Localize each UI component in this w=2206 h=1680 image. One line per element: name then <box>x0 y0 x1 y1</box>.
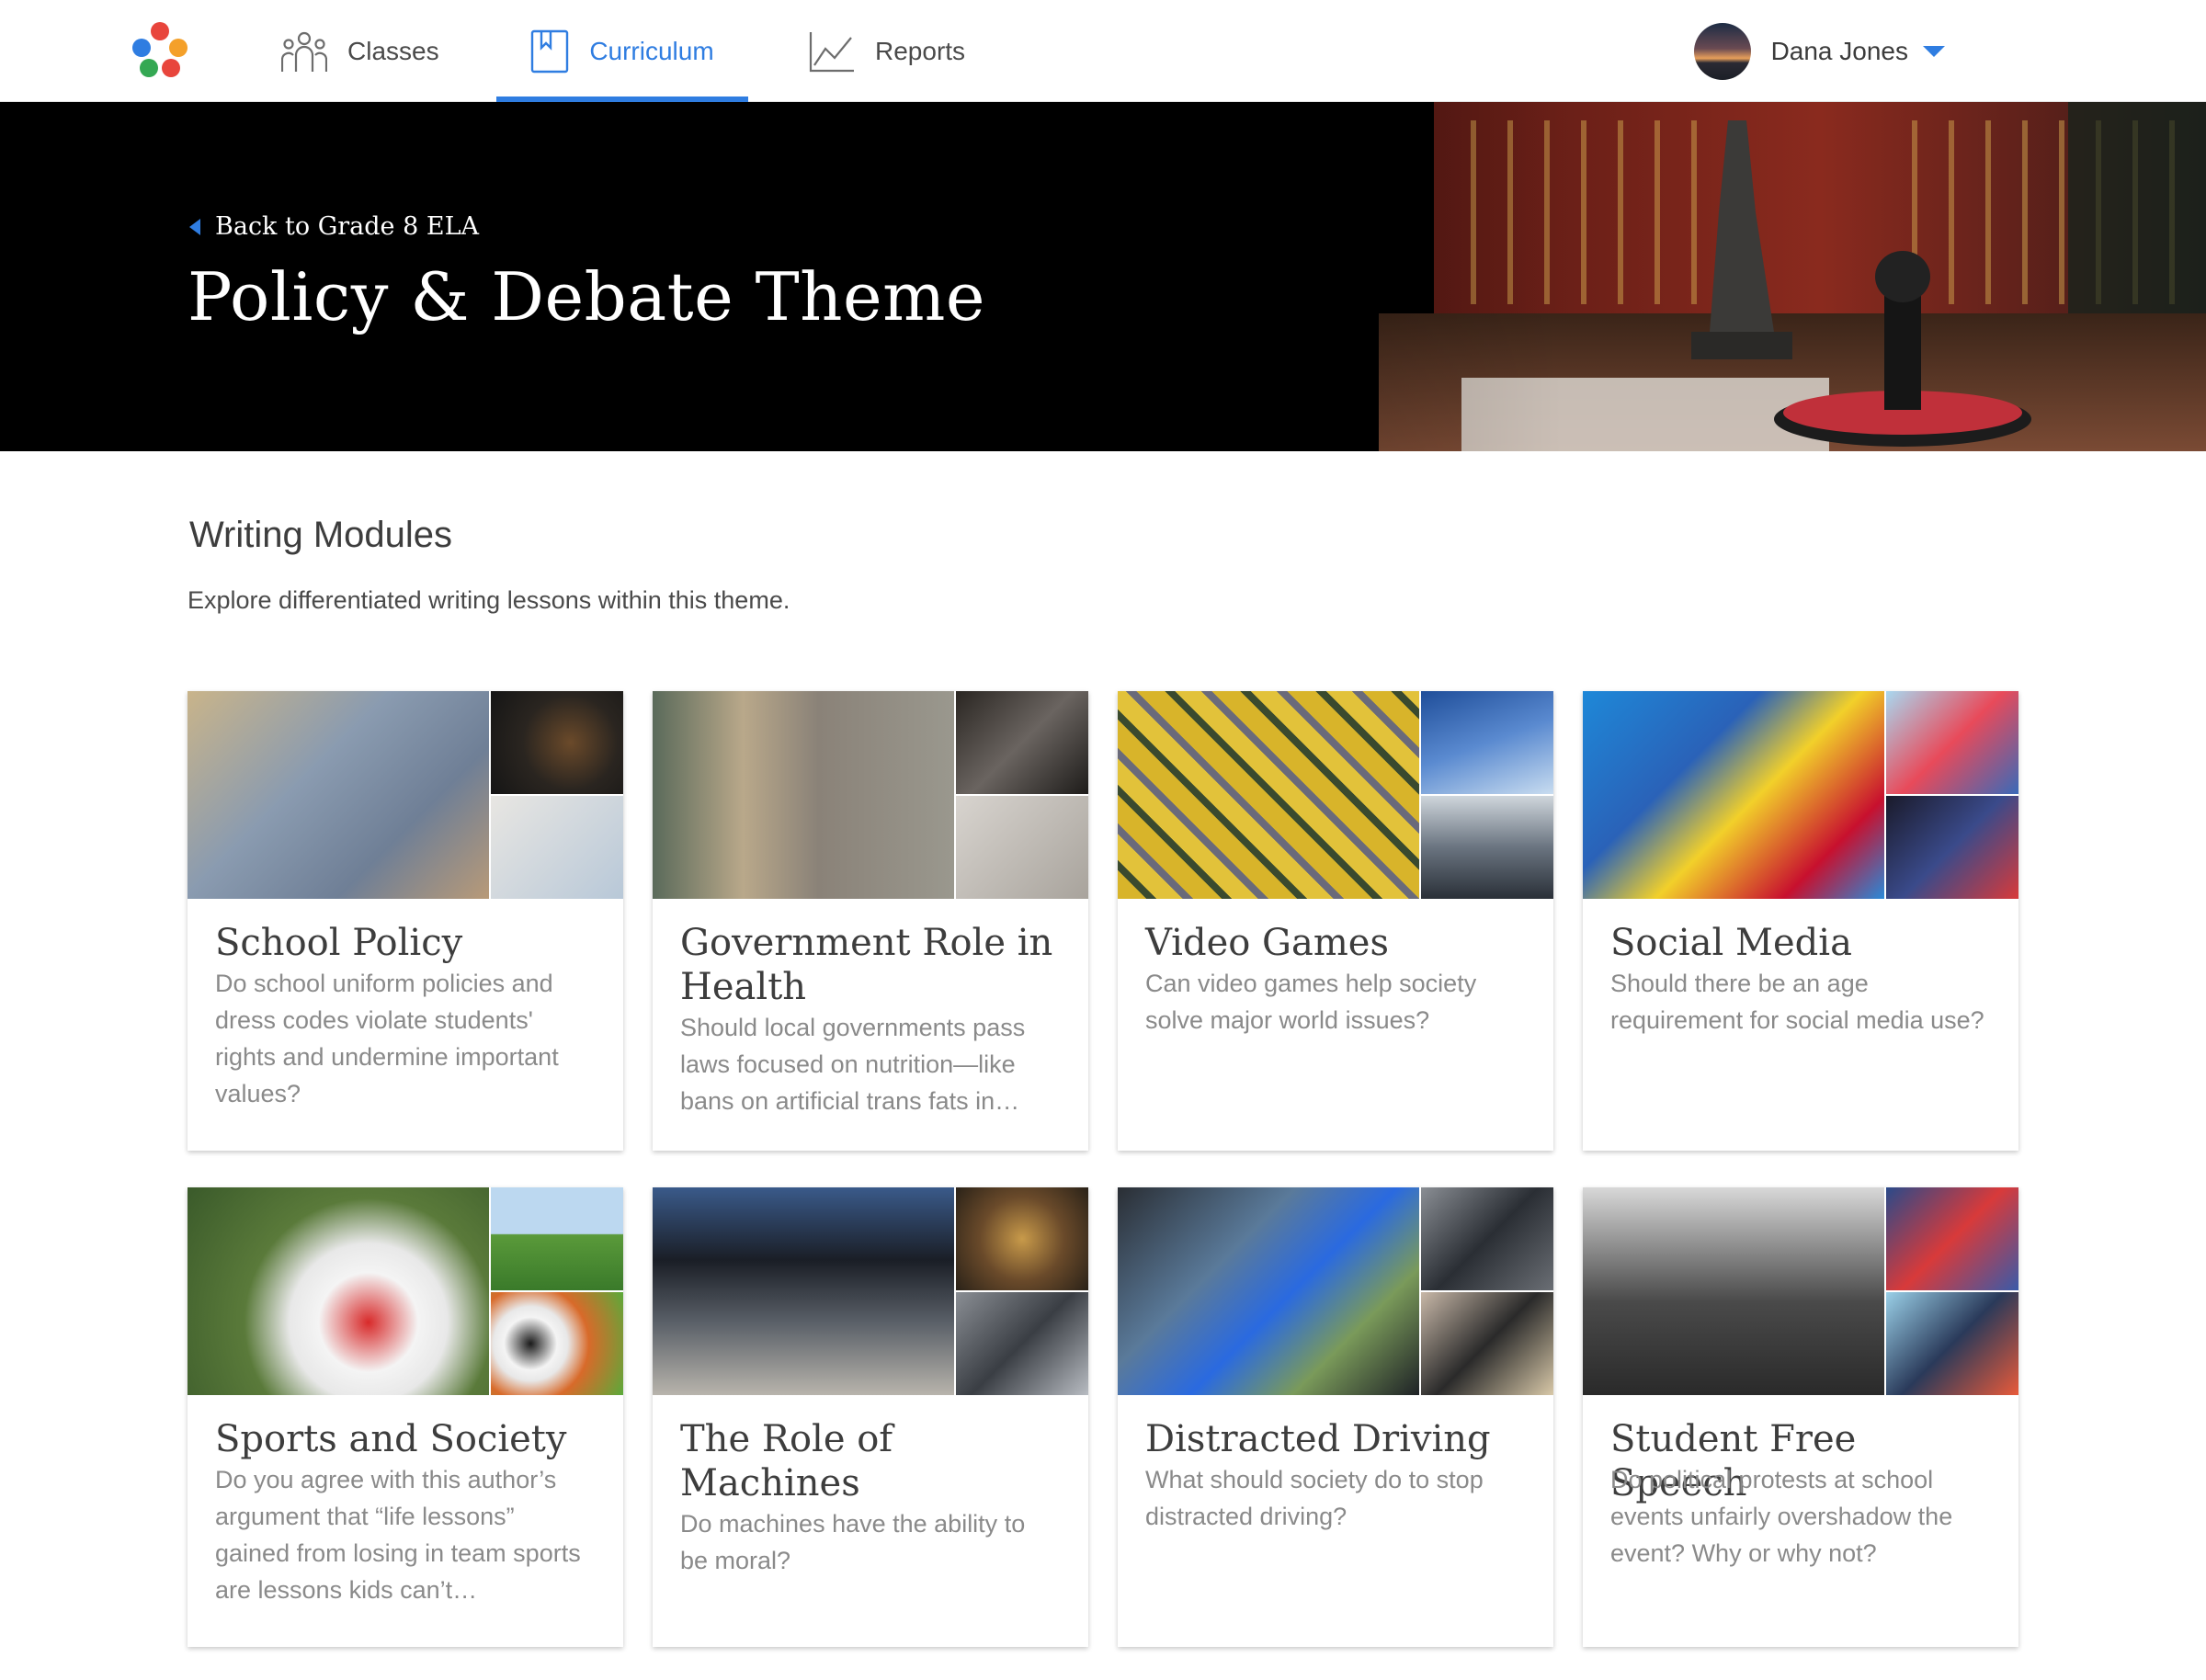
back-link[interactable]: Back to Grade 8 ELA <box>189 212 479 241</box>
card-title: Distracted Driving <box>1145 1418 1491 1460</box>
card-title: Social Media <box>1610 922 1852 964</box>
card-image-collage <box>1583 1187 2018 1395</box>
module-card-student-free-speech[interactable]: Student Free Speech Do political protest… <box>1583 1187 2018 1647</box>
module-card-school-policy[interactable]: School Policy Do school uniform policies… <box>188 691 623 1151</box>
module-card-social-media[interactable]: Social Media Should there be an age requ… <box>1583 691 2018 1151</box>
tab-reports-label: Reports <box>875 36 966 65</box>
module-card-government-role-in-health[interactable]: Government Role in Health Should local g… <box>653 691 1088 1151</box>
card-image-collage <box>653 691 1088 899</box>
back-arrow-icon <box>189 218 200 235</box>
card-description: Should local governments pass laws focus… <box>680 1014 1026 1115</box>
chevron-down-icon <box>1923 46 1945 57</box>
card-image-collage <box>1118 691 1553 899</box>
card-image-collage <box>188 1187 623 1395</box>
module-card-video-games[interactable]: Video Games Can video games help society… <box>1118 691 1553 1151</box>
hero-banner: Back to Grade 8 ELA Policy & Debate Them… <box>0 102 2206 451</box>
card-title: School Policy <box>215 922 463 964</box>
module-card-sports-and-society[interactable]: Sports and Society Do you agree with thi… <box>188 1187 623 1647</box>
tab-classes-label: Classes <box>347 36 439 65</box>
card-image-collage <box>188 691 623 899</box>
tab-curriculum-label: Curriculum <box>589 36 714 65</box>
module-card-distracted-driving[interactable]: Distracted Driving What should society d… <box>1118 1187 1553 1647</box>
app-logo[interactable] <box>131 22 189 77</box>
user-menu[interactable]: Dana Jones <box>1693 22 1945 81</box>
card-description: Do school uniform policies and dress cod… <box>215 970 559 1107</box>
top-nav: Classes Curriculum Reports Dana Jones <box>0 0 2206 102</box>
card-description: Do you agree with this author’s argument… <box>215 1466 581 1604</box>
people-icon <box>281 31 327 72</box>
page-title: Policy & Debate Theme <box>188 258 985 335</box>
card-description: Can video games help society solve major… <box>1145 970 1477 1034</box>
card-title: Sports and Society <box>215 1418 567 1460</box>
card-image-collage <box>653 1187 1088 1395</box>
section-title: Writing Modules <box>189 515 453 555</box>
section-subtitle: Explore differentiated writing lessons w… <box>188 586 790 614</box>
module-card-the-role-of-machines[interactable]: The Role of Machines Do machines have th… <box>653 1187 1088 1647</box>
tab-classes[interactable]: Classes <box>281 0 439 102</box>
line-chart-icon <box>809 31 854 72</box>
card-description: Do machines have the ability to be moral… <box>680 1510 1026 1574</box>
card-image-collage <box>1118 1187 1553 1395</box>
tab-curriculum[interactable]: Curriculum <box>496 0 748 102</box>
card-title: Government Role in Health <box>680 922 1053 1008</box>
card-description: Do political protests at school events u… <box>1610 1466 1953 1567</box>
user-name: Dana Jones <box>1770 37 1908 65</box>
card-title: The Role of Machines <box>680 1418 893 1504</box>
card-description: What should society do to stop distracte… <box>1145 1466 1484 1530</box>
card-title: Video Games <box>1145 922 1389 964</box>
bookmark-book-icon <box>531 29 569 73</box>
card-description: Should there be an age requirement for s… <box>1610 970 1984 1034</box>
card-image-collage <box>1583 691 2018 899</box>
avatar <box>1693 23 1751 80</box>
back-link-label: Back to Grade 8 ELA <box>215 212 480 241</box>
tab-reports[interactable]: Reports <box>809 0 965 102</box>
